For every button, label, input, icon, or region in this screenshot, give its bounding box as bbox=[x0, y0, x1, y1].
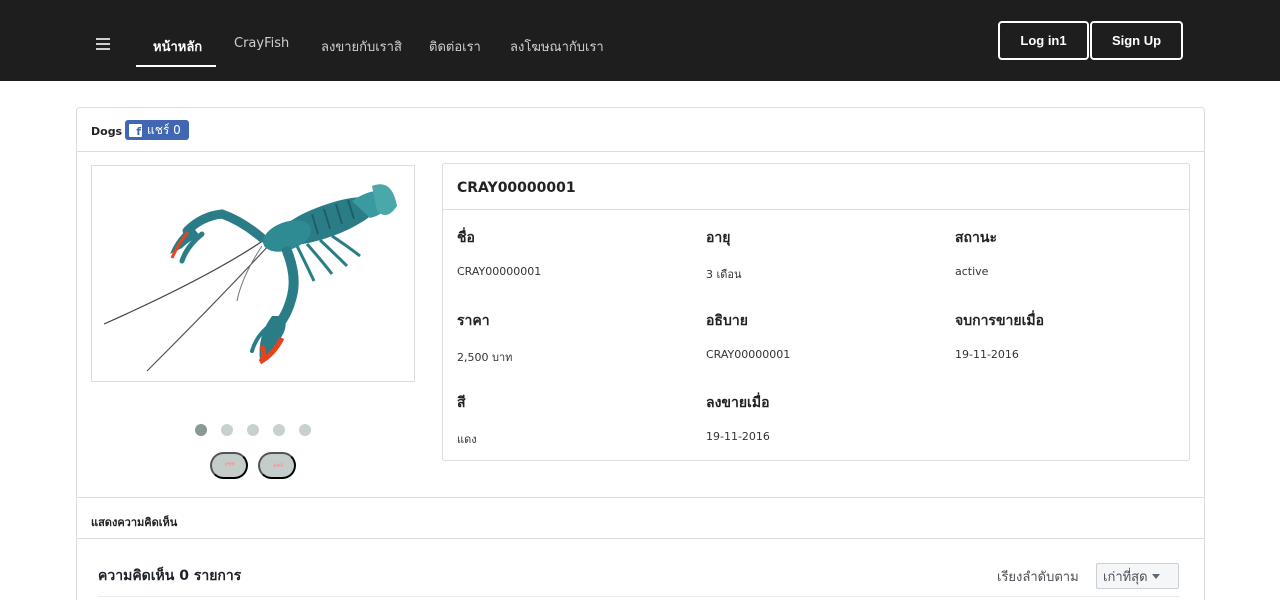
field-label-color: สี bbox=[457, 395, 466, 411]
field-label-price: ราคา bbox=[457, 313, 490, 329]
comments-section-label: แสดงความคิดเห็น bbox=[91, 516, 178, 529]
field-value-age: 3 เดือน bbox=[706, 268, 742, 281]
product-code-title: CRAY00000001 bbox=[457, 180, 576, 196]
field-value-status: active bbox=[955, 265, 989, 278]
nav-active-underline bbox=[136, 65, 216, 67]
carousel-dot[interactable] bbox=[273, 424, 285, 436]
field-label-sale-end: จบการขายเมื่อ bbox=[955, 313, 1045, 329]
facebook-share-button[interactable]: f แชร์ 0 bbox=[125, 120, 189, 140]
carousel-dot[interactable] bbox=[247, 424, 259, 436]
product-detail-card: CRAY00000001 ชื่อ CRAY00000001 อายุ 3 เด… bbox=[442, 163, 1190, 461]
skip-forward-icon: ⏭ bbox=[273, 459, 283, 471]
field-label-listed-on: ลงขายเมื่อ bbox=[706, 395, 770, 411]
detail-card-header: CRAY00000001 bbox=[443, 164, 1189, 210]
nav-link-home[interactable]: หน้าหลัก bbox=[153, 36, 202, 57]
carousel-indicators bbox=[195, 424, 311, 436]
nav-link-advertise[interactable]: ลงโฆษณากับเรา bbox=[510, 36, 604, 57]
hamburger-menu-icon[interactable] bbox=[96, 38, 110, 50]
panel-title: Dogs bbox=[91, 125, 123, 138]
product-image[interactable] bbox=[91, 165, 415, 382]
carousel-dot[interactable] bbox=[299, 424, 311, 436]
next-image-button[interactable]: ⏭ bbox=[258, 452, 296, 479]
field-label-name: ชื่อ bbox=[457, 230, 475, 246]
sort-order-value: เก่าที่สุด bbox=[1103, 569, 1148, 585]
top-navbar: หน้าหลัก CrayFish ลงขายกับเราสิ ติดต่อเร… bbox=[0, 0, 1280, 81]
login-button[interactable]: Log in1 bbox=[998, 21, 1089, 60]
share-label: แชร์ 0 bbox=[147, 122, 181, 137]
field-label-description: อธิบาย bbox=[706, 313, 748, 329]
field-value-color: แดง bbox=[457, 433, 477, 446]
previous-image-button[interactable]: ⏮ bbox=[210, 452, 248, 479]
comment-count: ความคิดเห็น 0 รายการ bbox=[98, 568, 242, 584]
comments-section-header: แสดงความคิดเห็น bbox=[77, 497, 1204, 539]
field-label-status: สถานะ bbox=[955, 230, 997, 246]
facebook-icon: f bbox=[129, 123, 142, 137]
panel-header: Dogs f แชร์ 0 bbox=[77, 108, 1204, 152]
nav-link-crayfish[interactable]: CrayFish bbox=[234, 36, 289, 51]
signup-button[interactable]: Sign Up bbox=[1090, 21, 1183, 60]
field-value-description: CRAY00000001 bbox=[706, 348, 791, 361]
sort-order-dropdown[interactable]: เก่าที่สุด bbox=[1096, 563, 1179, 589]
field-value-sale-end: 19-11-2016 bbox=[955, 348, 1019, 361]
nav-link-sell-with-us[interactable]: ลงขายกับเราสิ bbox=[321, 36, 402, 57]
nav-link-contact[interactable]: ติดต่อเรา bbox=[429, 36, 481, 57]
comments-divider bbox=[98, 596, 1180, 597]
caret-down-icon bbox=[1151, 573, 1160, 579]
carousel-dot[interactable] bbox=[195, 424, 207, 436]
crayfish-illustration bbox=[103, 184, 397, 372]
field-value-name: CRAY00000001 bbox=[457, 265, 542, 278]
field-value-price: 2,500 บาท bbox=[457, 351, 513, 364]
field-label-age: อายุ bbox=[706, 230, 731, 246]
carousel-dot[interactable] bbox=[221, 424, 233, 436]
sort-label: เรียงลำดับตาม bbox=[997, 570, 1079, 585]
field-value-listed-on: 19-11-2016 bbox=[706, 430, 770, 443]
skip-back-icon: ⏮ bbox=[225, 459, 235, 471]
product-panel: Dogs f แชร์ 0 ⏮ ⏭ CRAY00000001 ชื่อ CRAY… bbox=[76, 107, 1205, 600]
